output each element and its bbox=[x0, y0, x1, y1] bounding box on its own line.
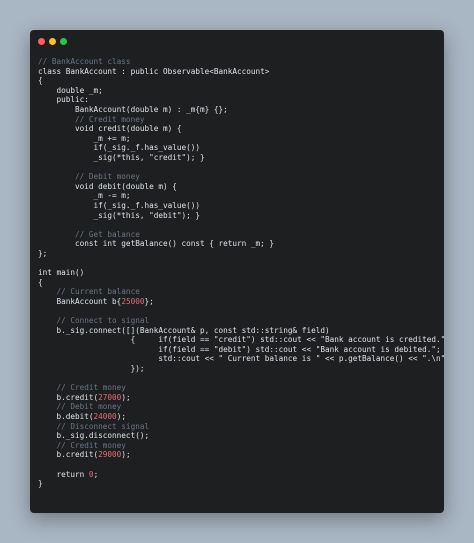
code-text: ); bbox=[116, 411, 126, 421]
code-line: _sig(*this, "debit"); } bbox=[38, 211, 440, 221]
code-text: { bbox=[38, 277, 43, 287]
code-text: void credit(double m) { bbox=[38, 124, 182, 134]
code-line: BankAccount b{25000}; bbox=[38, 297, 440, 307]
code-text: return bbox=[38, 469, 89, 479]
code-text: _sig(*this, "credit"); } bbox=[38, 152, 205, 162]
code-text: _m -= m; bbox=[38, 191, 131, 201]
code-line: _m += m; bbox=[38, 134, 440, 144]
code-text: }; bbox=[38, 248, 48, 258]
code-line: { bbox=[38, 76, 440, 86]
code-line: if(_sig._f.has_value()) bbox=[38, 201, 440, 211]
code-text: b.debit( bbox=[38, 411, 94, 421]
maximize-button[interactable] bbox=[60, 38, 67, 45]
code-line: { if(field == "credit") std::cout << "Ba… bbox=[38, 335, 444, 345]
code-comment: // Connect to signal bbox=[38, 316, 150, 326]
code-comment: // Credit money bbox=[38, 383, 126, 393]
code-line: // Credit money bbox=[38, 441, 440, 451]
code-line: _sig(*this, "credit"); } bbox=[38, 153, 440, 163]
minimize-button[interactable] bbox=[49, 38, 56, 45]
code-line: { bbox=[38, 278, 440, 288]
code-line: b._sig.connect([](BankAccount& p, const … bbox=[38, 326, 440, 336]
code-text: _m += m; bbox=[38, 133, 131, 143]
code-line: }; bbox=[38, 249, 440, 259]
window-titlebar bbox=[30, 30, 444, 52]
code-line: }); bbox=[38, 364, 440, 374]
code-line: b.credit(27000); bbox=[38, 393, 440, 403]
code-line: const int getBalance() const { return _m… bbox=[38, 239, 440, 249]
code-number: 27000 bbox=[98, 392, 122, 402]
code-text: if(_sig._f.has_value()) bbox=[38, 200, 200, 210]
code-text: int main() bbox=[38, 268, 85, 278]
code-window: // BankAccount class class BankAccount : … bbox=[30, 30, 444, 513]
code-line: class BankAccount : public Observable<Ba… bbox=[38, 67, 440, 77]
code-text: b._sig.connect([](BankAccount& p, const … bbox=[38, 325, 330, 335]
code-text: public: bbox=[38, 95, 89, 105]
code-text: BankAccount b{ bbox=[38, 296, 122, 306]
code-text: }; bbox=[144, 296, 154, 306]
code-comment: // Current balance bbox=[38, 287, 140, 297]
code-line: // Current balance bbox=[38, 287, 440, 297]
code-line: // Connect to signal bbox=[38, 316, 440, 326]
code-line: _m -= m; bbox=[38, 191, 440, 201]
code-block: // BankAccount class class BankAccount : … bbox=[38, 57, 444, 489]
code-line: void credit(double m) { bbox=[38, 124, 440, 134]
code-number: 25000 bbox=[121, 296, 145, 306]
code-text: BankAccount(double m) : _m{m} {}; bbox=[38, 104, 228, 114]
code-comment: // Debit money bbox=[38, 172, 140, 182]
code-text: b.credit( bbox=[38, 450, 99, 460]
close-button[interactable] bbox=[38, 38, 45, 45]
code-line: public: bbox=[38, 95, 440, 105]
code-line: std::cout << " Current balance is " << p… bbox=[38, 354, 444, 364]
code-line: void debit(double m) { bbox=[38, 182, 440, 192]
code-text: { if(field == "credit") std::cout << "Ba… bbox=[38, 335, 444, 345]
code-line: double _m; bbox=[38, 86, 440, 96]
code-line: // Get balance bbox=[38, 230, 440, 240]
code-line: // Credit money bbox=[38, 383, 440, 393]
code-line: b.debit(24000); bbox=[38, 412, 440, 422]
code-line: // Disconnect signal bbox=[38, 422, 440, 432]
code-number: 29000 bbox=[98, 450, 122, 460]
code-text: ); bbox=[121, 392, 131, 402]
code-text: _sig(*this, "debit"); } bbox=[38, 210, 200, 220]
code-line: if(_sig._f.has_value()) bbox=[38, 143, 440, 153]
code-comment: // Disconnect signal bbox=[38, 421, 150, 431]
code-line: int main() bbox=[38, 268, 440, 278]
code-text: class BankAccount : public Observable<Ba… bbox=[38, 66, 270, 76]
code-line: return 0; bbox=[38, 470, 440, 480]
code-line: } bbox=[38, 479, 440, 489]
code-comment: // Debit money bbox=[38, 402, 122, 412]
code-text: { bbox=[38, 76, 43, 86]
code-line: if(field == "debit") std::cout << "Bank … bbox=[38, 345, 440, 355]
code-line: b.credit(29000); bbox=[38, 450, 440, 460]
code-comment: // Get balance bbox=[38, 229, 140, 239]
code-comment: // Credit money bbox=[38, 114, 145, 124]
code-text: b._sig.disconnect(); bbox=[38, 431, 150, 441]
code-text: double _m; bbox=[38, 85, 103, 95]
code-text: const int getBalance() const { return _m… bbox=[38, 239, 275, 249]
code-number: 24000 bbox=[93, 411, 117, 421]
code-text: b.credit( bbox=[38, 392, 99, 402]
code-text: } bbox=[38, 479, 43, 489]
code-text: ; bbox=[93, 469, 99, 479]
code-comment: // Credit money bbox=[38, 440, 126, 450]
code-text: std::cout << " Current balance is " << p… bbox=[38, 354, 444, 364]
code-text: }); bbox=[38, 364, 145, 373]
code-text: if(field == "debit") std::cout << "Bank … bbox=[38, 344, 441, 354]
code-line: // Debit money bbox=[38, 172, 440, 182]
code-line: b._sig.disconnect(); bbox=[38, 431, 440, 441]
code-line: // Credit money bbox=[38, 115, 440, 125]
code-text: if(_sig._f.has_value()) bbox=[38, 143, 200, 153]
code-line: BankAccount(double m) : _m{m} {}; bbox=[38, 105, 440, 115]
code-line: // BankAccount class bbox=[38, 57, 440, 67]
code-comment: // BankAccount class bbox=[38, 57, 131, 66]
code-text: ); bbox=[121, 450, 131, 460]
code-text: void debit(double m) { bbox=[38, 181, 177, 191]
code-line: // Debit money bbox=[38, 402, 440, 412]
